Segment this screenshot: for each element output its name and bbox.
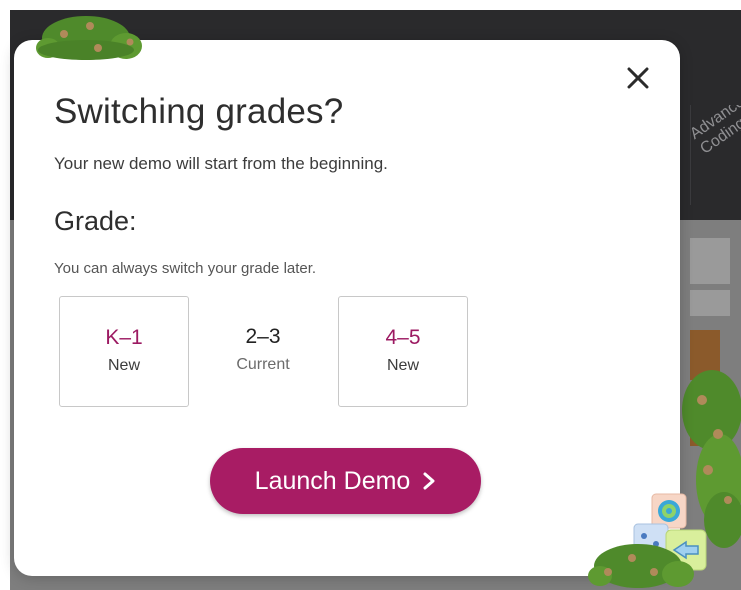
bush-decoration-icon (36, 16, 142, 60)
grade-option-k-1[interactable]: K–1 New (59, 296, 189, 407)
grade-heading: Grade: (54, 206, 137, 236)
switch-grade-dialog: Switching grades? Your new demo will sta… (14, 40, 680, 576)
grade-option-label: 4–5 (385, 326, 421, 349)
grade-option-status: New (107, 357, 140, 374)
grade-option-status: Current (236, 356, 290, 373)
grade-option-4-5[interactable]: 4–5 New (338, 296, 468, 407)
launch-demo-label: Launch Demo (254, 466, 411, 495)
close-icon[interactable] (624, 64, 652, 92)
dialog-title: Switching grades? (54, 92, 344, 131)
grade-option-status: New (386, 357, 419, 374)
grade-option-label: K–1 (105, 326, 143, 349)
background-tile-label: Advanced Coding (691, 105, 741, 158)
grade-option-2-3-current: 2–3 Current (198, 296, 328, 407)
background-bar (690, 238, 730, 284)
launch-demo-button[interactable]: Launch Demo (210, 448, 481, 514)
bush-decoration-icon (588, 544, 694, 588)
grade-option-label: 2–3 (245, 325, 281, 348)
grade-hint: You can always switch your grade later. (54, 260, 317, 277)
chevron-right-icon (423, 472, 435, 490)
background-bar (690, 290, 730, 316)
dialog-subtitle: Your new demo will start from the beginn… (54, 154, 388, 173)
background-course-tile: Advanced Coding (690, 105, 741, 205)
